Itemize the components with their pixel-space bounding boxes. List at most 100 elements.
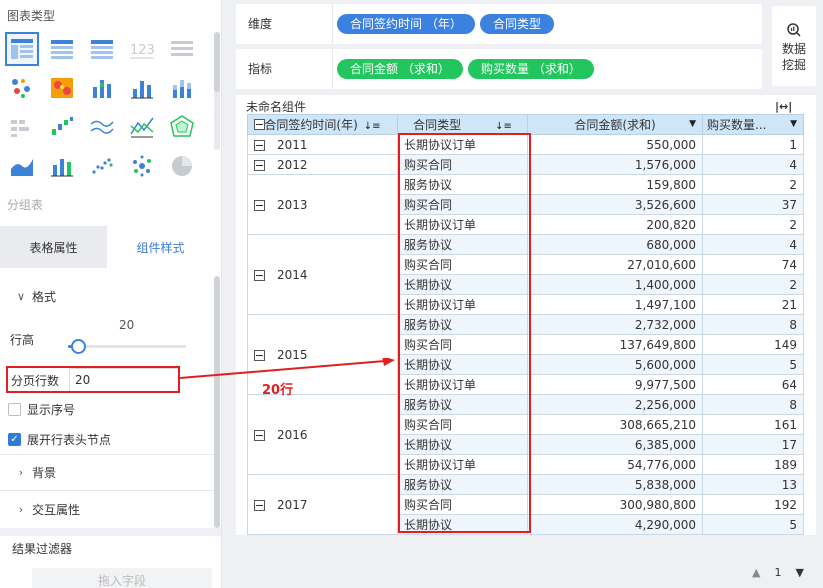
expand-header-option[interactable]: ✓ 展开行表头节点 [0,430,214,448]
expand-header-checkbox[interactable]: ✓ [8,432,21,446]
header-year[interactable]: 合同签约时间(年) ↓≡ [247,114,398,135]
page-down-icon[interactable]: ▼ [795,566,803,579]
collapse-all-icon[interactable] [254,119,265,130]
dot-map-icon[interactable] [5,71,39,105]
collapse-icon[interactable] [254,429,265,441]
result-filter-label: 结果过滤器 [12,542,73,556]
grouped-table-icon[interactable] [45,32,79,66]
year-label: 2014 [277,267,308,282]
row-height-value: 20 [119,318,135,332]
chart-scrollbar-thumb[interactable] [214,32,220,92]
metric-pill-quantity[interactable]: 购买数量 （求和） [468,59,594,79]
list-table-icon[interactable] [165,32,199,66]
collapse-icon[interactable] [254,139,265,151]
metric-pill-amount[interactable]: 合同金额 （求和） [337,59,463,79]
bubble-icon[interactable] [125,149,159,183]
header-quantity[interactable]: 购买数量... ▼ [702,114,804,135]
year-label: 2017 [277,497,308,512]
interaction-section-header[interactable]: › 交互属性 [0,499,214,519]
gantt-icon[interactable] [5,110,39,144]
show-index-label: 显示序号 [27,402,76,417]
dimension-pill-year[interactable]: 合同签约时间 （年） [337,14,475,34]
cross-table-icon[interactable] [5,32,39,66]
expand-width-icon[interactable]: |↔| [775,100,792,113]
sort-icon[interactable]: ↓≡ [364,121,381,132]
left-panel: 图表类型 123 分组表 表格属性 组件样式 ∨ 格式 20 行高 分页行数 显… [0,0,222,588]
year-cell: 2012 [247,154,398,175]
quantity-cell: 21 [702,294,804,315]
dimension-shelf: 维度 合同签约时间 （年） 合同类型 [236,4,762,44]
quantity-cell: 2 [702,174,804,195]
detail-table-icon[interactable] [85,32,119,66]
show-index-checkbox[interactable] [8,402,21,416]
stacked-bar-icon[interactable] [165,71,199,105]
grouped-bar-icon[interactable] [85,71,119,105]
collapse-icon[interactable] [254,199,265,211]
amount-cell: 200,820 [527,214,703,235]
quantity-cell: 74 [702,254,804,275]
quantity-cell: 1 [702,134,804,155]
header-contract-type[interactable]: 合同类型 ↓≡ [397,114,528,135]
chevron-right-icon: › [18,502,24,516]
quantity-cell: 8 [702,314,804,335]
chart-type-title: 图表类型 [7,9,56,23]
page-up-icon[interactable]: ▲ [752,566,760,579]
year-label: 2016 [277,427,308,442]
scatter-icon[interactable] [85,149,119,183]
number-icon[interactable]: 123 [125,32,159,66]
dropdown-triangle-icon[interactable]: ▼ [790,119,797,129]
quantity-cell: 2 [702,214,804,235]
chevron-down-icon: ∨ [16,289,26,303]
collapse-icon[interactable] [254,269,265,281]
header-amount[interactable]: 合同金额(求和) ▼ [527,114,703,135]
tab-table-props[interactable]: 表格属性 [0,226,107,268]
area-icon[interactable] [5,149,39,183]
dropdown-triangle-icon[interactable]: ▼ [689,119,696,129]
row-height-label: 行高 [10,333,35,347]
quantity-cell: 4 [702,154,804,175]
quantity-cell: 37 [702,194,804,215]
sort-icon[interactable]: ↓≡ [495,121,512,132]
amount-cell: 5,600,000 [527,354,703,375]
background-label: 背景 [32,465,57,480]
amount-cell: 6,385,000 [527,434,703,455]
format-section-header[interactable]: ∨ 格式 [0,286,214,306]
quantity-cell: 161 [702,414,804,435]
combo-bar-icon[interactable] [45,149,79,183]
data-mining-button[interactable]: 数据 挖掘 [772,6,816,86]
dimension-label: 维度 [248,17,273,31]
divider [0,454,214,455]
amount-cell: 308,665,210 [527,414,703,435]
waterfall-icon[interactable] [45,110,79,144]
multi-line-icon[interactable] [85,110,119,144]
amount-cell: 550,000 [527,134,703,155]
page-rows-highlight [6,366,180,393]
header-quantity-label: 购买数量... [707,118,767,132]
background-section-header[interactable]: › 背景 [0,462,214,482]
interaction-label: 交互属性 [32,502,81,517]
line-point-icon[interactable] [125,110,159,144]
tab-component-style[interactable]: 组件样式 [107,226,214,268]
shelf-separator [332,49,333,89]
year-cell: 2017 [247,474,398,535]
heat-map-icon[interactable] [45,71,79,105]
quantity-cell: 64 [702,374,804,395]
dimension-pill-contract-type[interactable]: 合同类型 [480,14,555,34]
shelf-separator [332,4,333,44]
contract-type-column-highlight [398,133,531,533]
metric-label: 指标 [248,62,273,76]
props-scrollbar[interactable] [214,276,220,528]
show-index-option[interactable]: 显示序号 [0,400,214,418]
amount-cell: 159,800 [527,174,703,195]
pie-icon[interactable] [165,149,199,183]
row-height-slider-knob[interactable] [71,339,86,354]
amount-cell: 137,649,800 [527,334,703,355]
bar-chart-icon[interactable] [125,71,159,105]
collapse-icon[interactable] [254,159,265,171]
quantity-cell: 189 [702,454,804,475]
drag-field-dropzone[interactable]: 拖入字段 [32,568,212,588]
year-cell: 2016 [247,394,398,475]
collapse-icon[interactable] [254,499,265,511]
metric-shelf: 指标 合同金额 （求和） 购买数量 （求和） [236,49,762,89]
radar-icon[interactable] [165,110,199,144]
